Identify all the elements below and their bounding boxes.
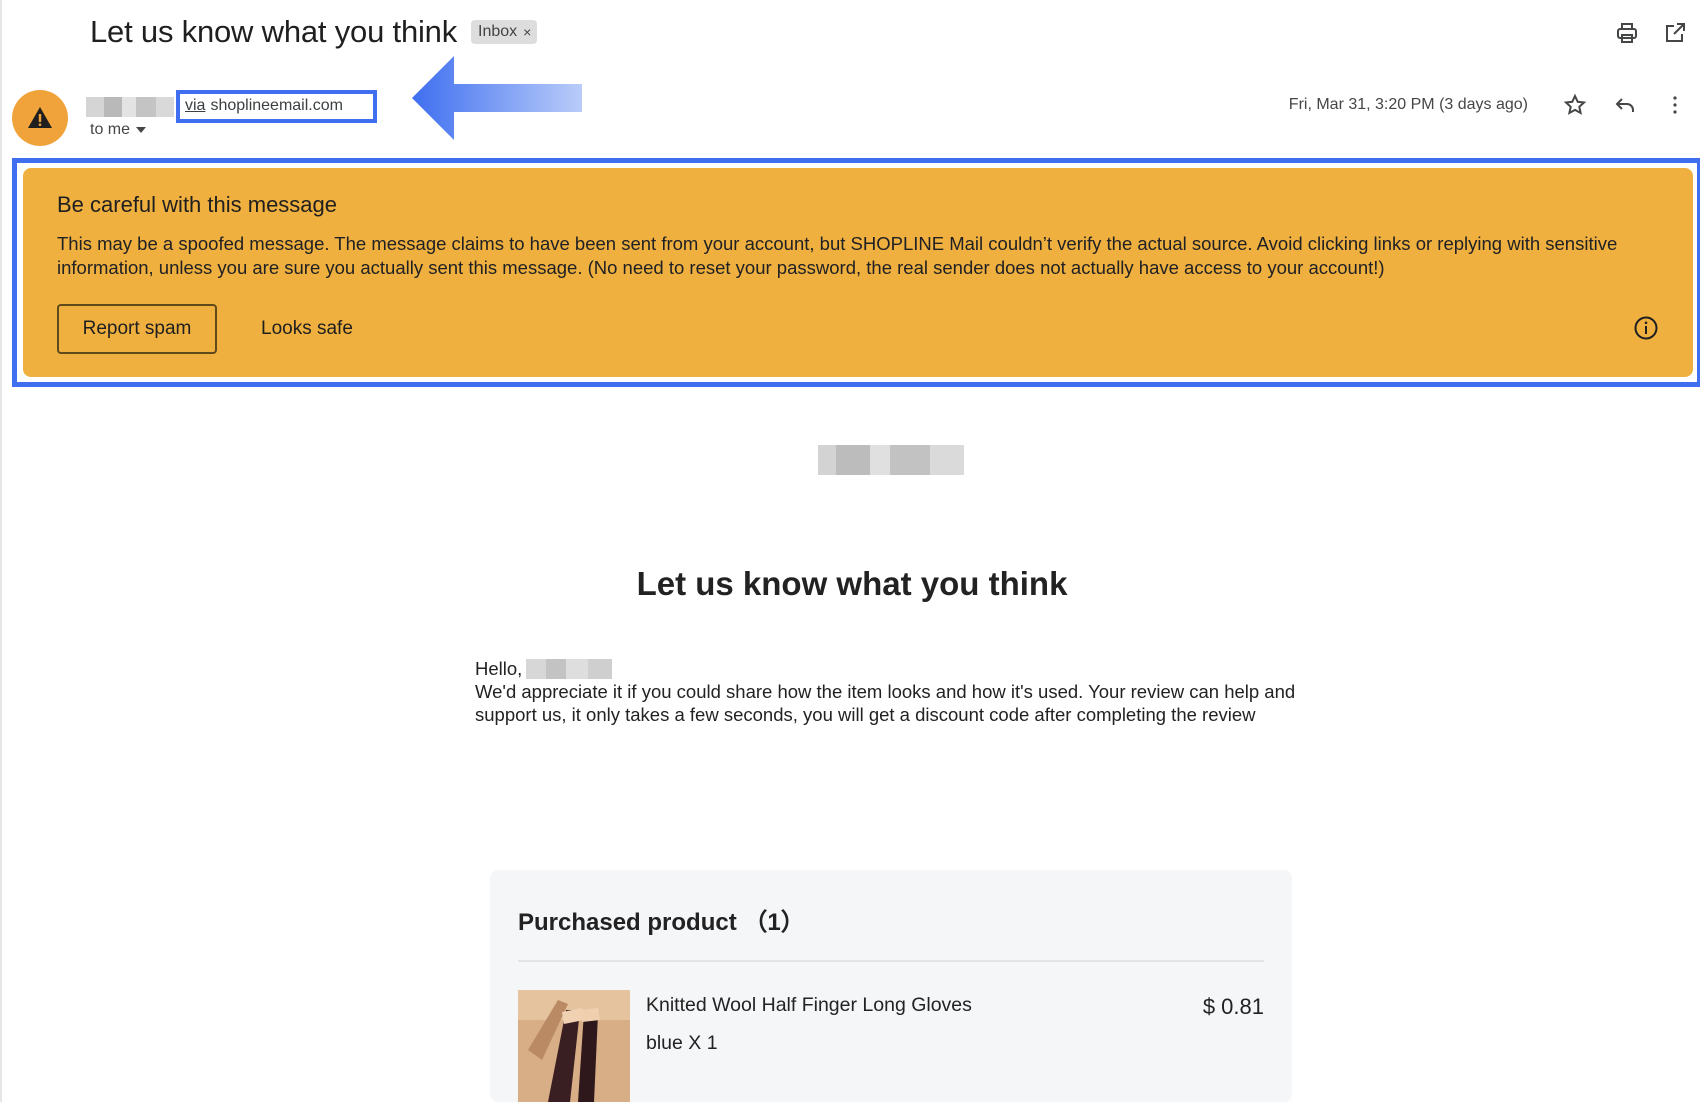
- message-date: Fri, Mar 31, 3:20 PM (3 days ago): [1288, 96, 1528, 113]
- via-link[interactable]: via: [185, 97, 205, 115]
- top-toolbar: [1610, 16, 1692, 50]
- product-name[interactable]: Knitted Wool Half Finger Long Gloves: [646, 994, 972, 1017]
- email-view: Let us know what you think Inbox × via s…: [0, 0, 1700, 1102]
- recipient-label: to me: [90, 121, 131, 138]
- purchased-product-card: Purchased product （1） Knitted Wool Half …: [490, 870, 1292, 1102]
- chevron-down-icon: [136, 127, 147, 133]
- print-icon[interactable]: [1610, 16, 1644, 50]
- remove-label-icon[interactable]: ×: [523, 24, 531, 40]
- warning-icon: [28, 107, 52, 128]
- product-variant: blue X 1: [646, 1032, 718, 1054]
- more-vert-icon[interactable]: [1658, 88, 1692, 122]
- redacted-sender-name: [86, 96, 174, 117]
- star-icon[interactable]: [1558, 88, 1592, 122]
- report-spam-button[interactable]: Report spam: [57, 304, 217, 354]
- via-domain-highlight: via shoplineemail.com: [176, 90, 377, 123]
- reply-icon[interactable]: [1608, 88, 1642, 122]
- recipient-details-toggle[interactable]: to me: [90, 121, 147, 139]
- looks-safe-button[interactable]: Looks safe: [261, 318, 353, 340]
- info-icon[interactable]: [1633, 315, 1659, 341]
- store-logo: [818, 445, 964, 475]
- product-section-heading: Purchased product （1）: [518, 909, 805, 936]
- redacted-recipient-name: [526, 659, 613, 679]
- inbox-label-chip[interactable]: Inbox ×: [471, 20, 538, 44]
- subject-row: Let us know what you think Inbox ×: [90, 14, 538, 50]
- sender-domain: shoplineemail.com: [210, 97, 343, 114]
- sender-avatar[interactable]: [12, 90, 68, 146]
- open-in-new-window-icon[interactable]: [1658, 16, 1692, 50]
- annotation-arrow-icon: [412, 56, 582, 140]
- greeting: Hello,: [475, 658, 613, 680]
- warning-title: Be careful with this message: [57, 192, 338, 217]
- body-heading: Let us know what you think: [636, 565, 1068, 602]
- message-actions: Fri, Mar 31, 3:20 PM (3 days ago): [1289, 88, 1692, 122]
- product-image[interactable]: [518, 990, 630, 1102]
- warning-actions: Report spam Looks safe: [57, 304, 353, 354]
- spoof-warning-banner: Be careful with this message This may be…: [23, 168, 1693, 377]
- sender-row: via shoplineemail.com: [86, 90, 377, 123]
- email-subject: Let us know what you think: [90, 14, 458, 49]
- warning-text: This may be a spoofed message. The messa…: [57, 233, 1618, 278]
- divider: [518, 960, 1264, 962]
- greeting-text: Hello,: [475, 658, 523, 679]
- product-price: $ 0.81: [1202, 994, 1264, 1019]
- inbox-label-text: Inbox: [478, 23, 518, 40]
- body-paragraph: We'd appreciate it if you could share ho…: [475, 681, 1296, 725]
